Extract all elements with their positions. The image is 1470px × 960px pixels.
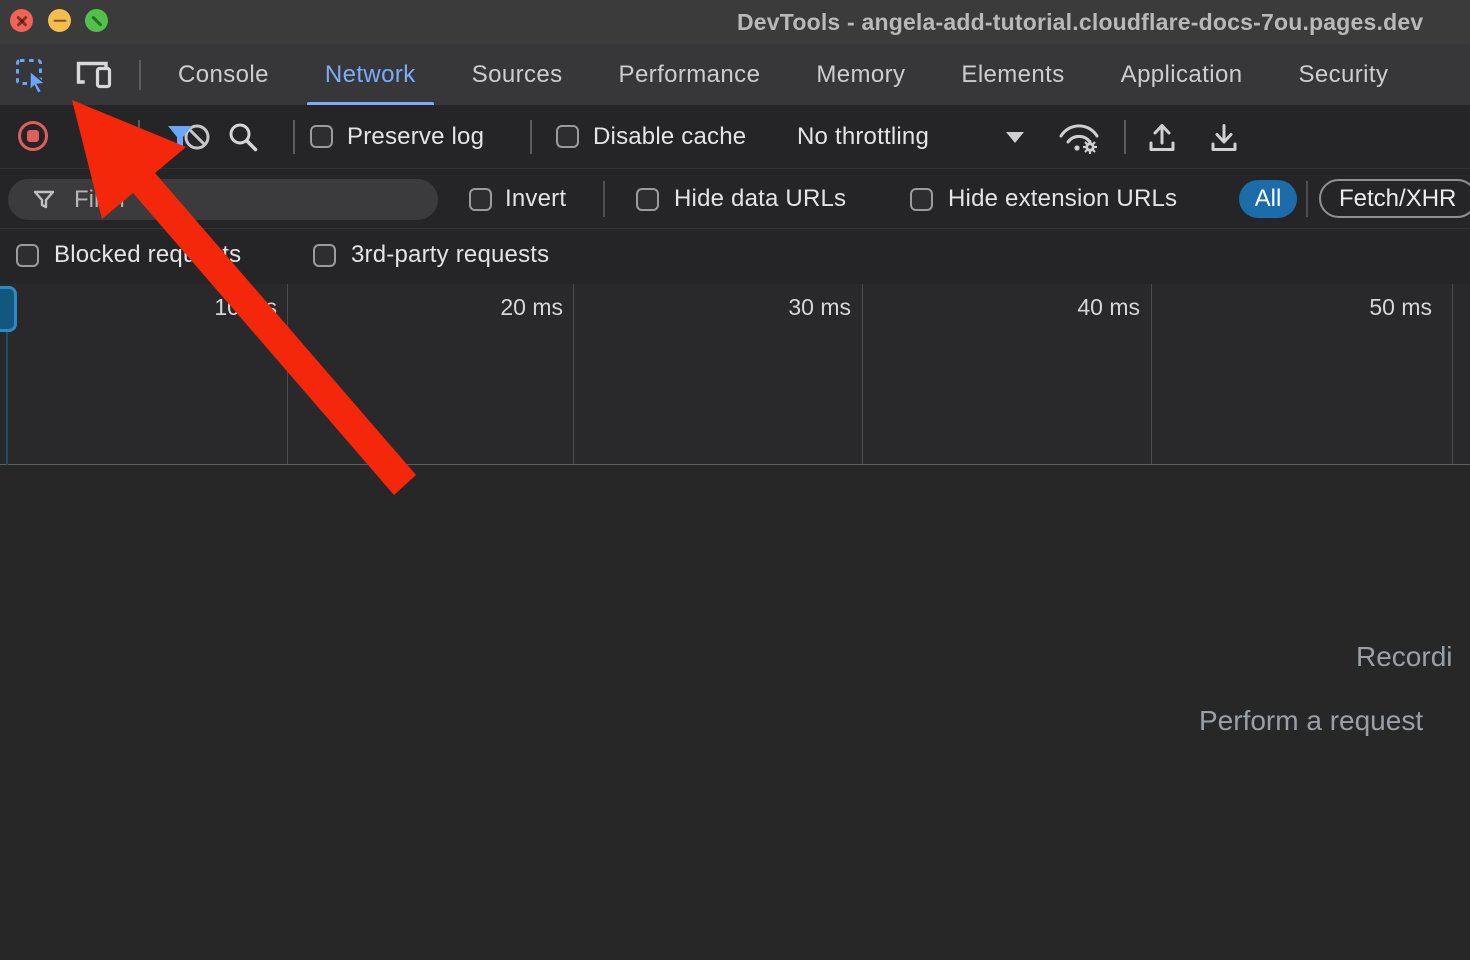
tab-console[interactable]: Console [150,44,297,105]
timeline-tick: 30 ms [788,294,851,321]
devtools-window: DevTools - angela-add-tutorial.cloudflar… [0,0,1470,960]
timeline-tick: 40 ms [1077,294,1140,321]
third-party-requests-label[interactable]: 3rd-party requests [351,241,549,269]
funnel-outline-icon [32,188,56,212]
funnel-icon [165,122,195,152]
timeline-gridline [287,284,288,464]
network-filter-bar: Filter Invert Hide data URLs Hide extens… [0,169,1470,229]
inspect-cursor-icon [14,57,50,93]
blocked-requests-label[interactable]: Blocked requests [54,241,241,269]
tab-application[interactable]: Application [1093,44,1271,105]
network-toolbar: Preserve log Disable cache No throttling [0,105,1470,169]
device-toolbar-icon [75,58,115,92]
search-icon [227,121,259,153]
filter-toggle-button[interactable] [165,122,195,152]
overview-drag-handle[interactable] [0,286,17,332]
timeline-gridline [1151,284,1152,464]
hide-extension-urls-label[interactable]: Hide extension URLs [948,185,1177,213]
perform-request-hint-text: Perform a request [1199,705,1423,737]
hide-data-urls-label[interactable]: Hide data URLs [674,185,846,213]
upload-icon [1144,120,1180,156]
device-toolbar-button[interactable] [70,53,120,97]
minimize-window-icon[interactable] [48,9,71,32]
filter-input[interactable]: Filter [8,179,438,220]
tab-memory[interactable]: Memory [788,44,933,105]
hide-extension-urls-checkbox[interactable] [910,188,933,211]
divider [1124,120,1126,154]
record-network-log-button[interactable] [18,121,48,151]
filter-chip-all[interactable]: All [1239,180,1297,218]
timeline-tick: 50 ms [1369,294,1432,321]
divider [139,60,141,90]
timeline-gridline [862,284,863,464]
export-har-button[interactable] [1206,120,1242,156]
preserve-log-checkbox[interactable] [310,125,333,148]
network-conditions-button[interactable] [1056,120,1102,156]
invert-label[interactable]: Invert [505,185,566,213]
panel-tabs: Console Network Sources Performance Memo… [150,44,1416,105]
filter-placeholder: Filter [74,179,127,220]
tab-network[interactable]: Network [297,44,444,105]
divider [530,120,532,154]
invert-checkbox[interactable] [469,188,492,211]
timeline-tick: 20 ms [500,294,563,321]
tab-security[interactable]: Security [1270,44,1416,105]
request-flags-bar: Blocked requests 3rd-party requests [0,229,1470,285]
search-button[interactable] [227,121,259,153]
timeline-gridline [1452,284,1453,464]
disable-cache-label[interactable]: Disable cache [593,123,746,151]
throttling-select[interactable]: No throttling [797,123,929,151]
divider [138,120,140,154]
requests-empty-panel: Recordi Perform a request [0,465,1470,960]
filter-chip-fetch-xhr[interactable]: Fetch/XHR [1319,179,1470,218]
overview-handle-line [6,332,8,465]
blocked-requests-checkbox[interactable] [16,244,39,267]
chevron-down-icon[interactable] [1006,132,1024,143]
devtools-tab-bar: Console Network Sources Performance Memo… [0,44,1470,105]
zoom-window-icon[interactable] [85,9,108,32]
wifi-gear-icon [1056,120,1102,156]
divider [603,181,605,217]
tab-sources[interactable]: Sources [444,44,591,105]
close-window-icon[interactable] [10,9,33,32]
window-title: DevTools - angela-add-tutorial.cloudflar… [737,9,1423,36]
tab-performance[interactable]: Performance [591,44,789,105]
tab-elements[interactable]: Elements [933,44,1092,105]
inspect-element-button[interactable] [10,53,54,97]
network-overview-timeline[interactable]: 10 ms 20 ms 30 ms 40 ms 50 ms [0,284,1470,465]
disable-cache-checkbox[interactable] [556,125,579,148]
divider [293,120,295,154]
hide-data-urls-checkbox[interactable] [636,188,659,211]
preserve-log-label[interactable]: Preserve log [347,123,484,151]
timeline-gridline [573,284,574,464]
recording-status-text: Recordi [1356,641,1452,673]
import-har-button[interactable] [1144,120,1180,156]
title-bar: DevTools - angela-add-tutorial.cloudflar… [0,0,1470,44]
divider [1306,181,1308,217]
stop-record-icon [27,130,39,142]
download-icon [1206,120,1242,156]
timeline-tick: 10 ms [214,294,277,321]
third-party-requests-checkbox[interactable] [313,244,336,267]
